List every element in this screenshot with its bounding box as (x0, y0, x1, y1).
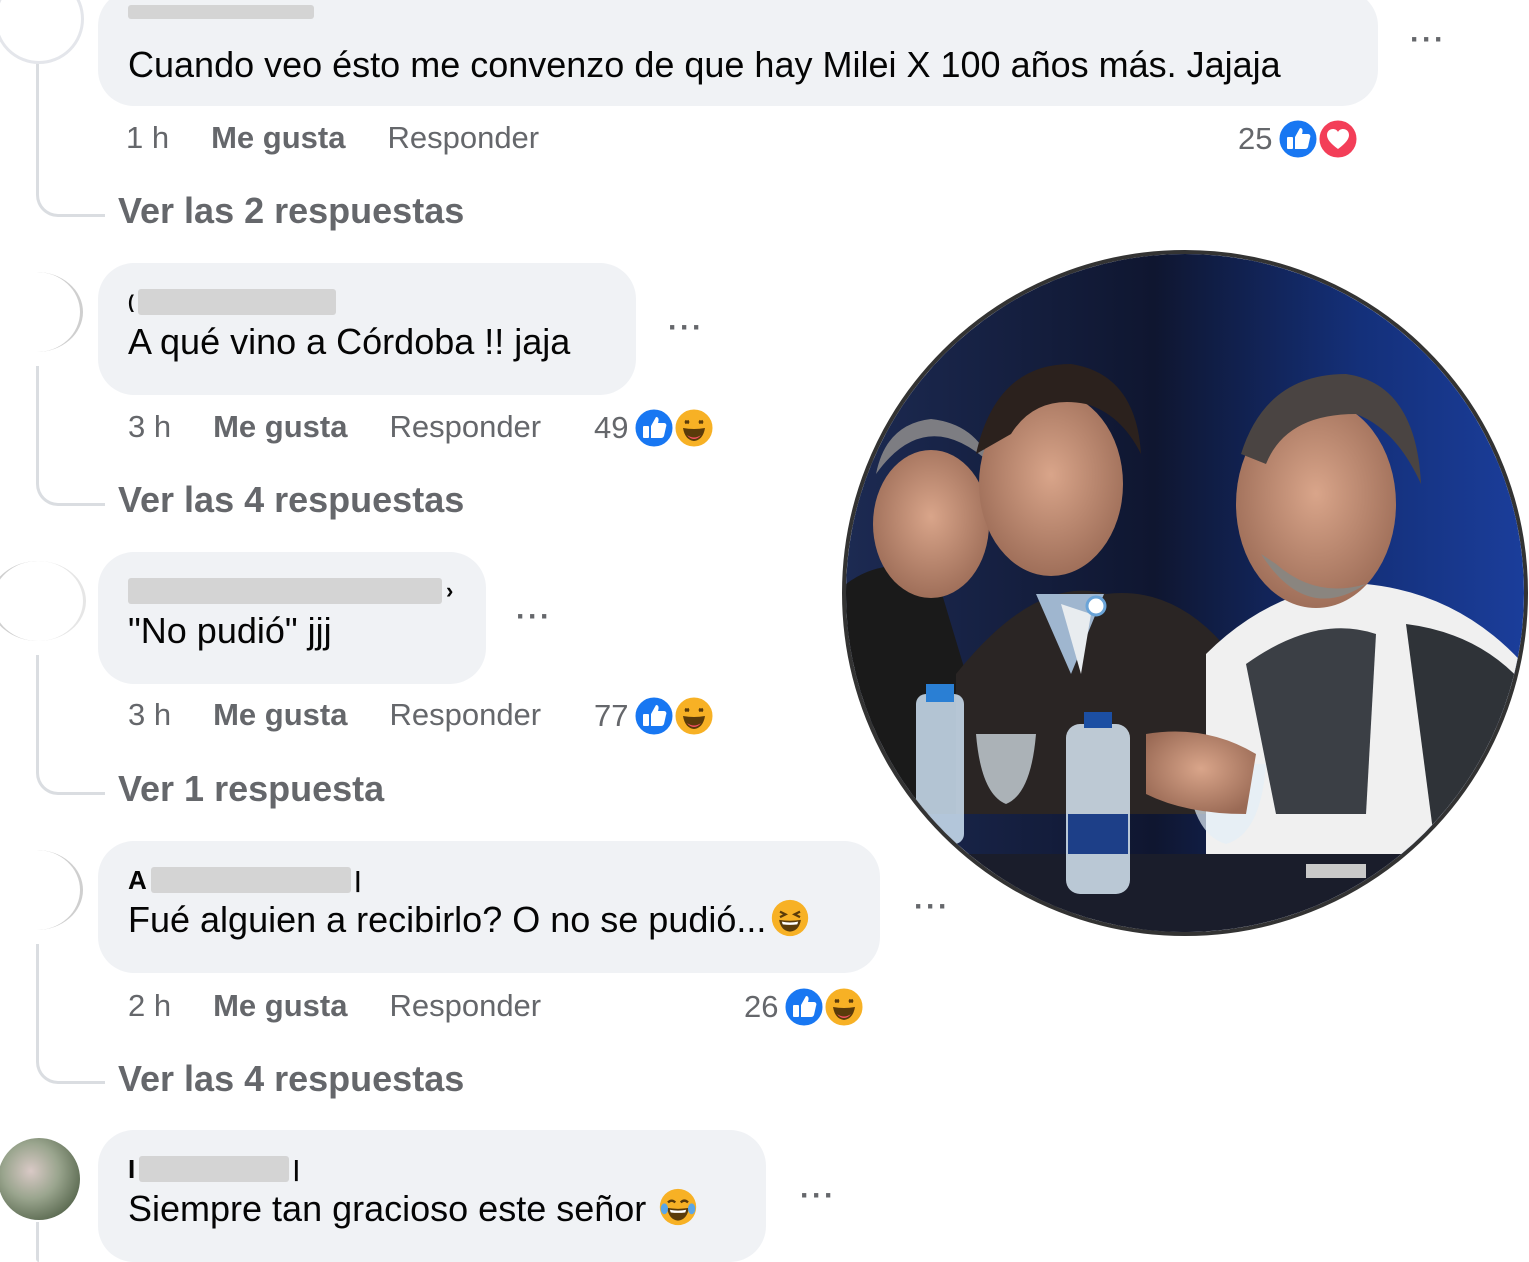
love-icon (1316, 117, 1360, 161)
reply-thread-connector (36, 366, 105, 506)
comment-time[interactable]: 3 h (128, 409, 171, 445)
reaction-count: 26 (744, 989, 779, 1024)
reaction-summary[interactable]: 26 (744, 985, 866, 1029)
comment-actions: 3 h Me gusta Responder (128, 409, 541, 445)
commenter-avatar[interactable] (0, 561, 86, 641)
author-initial: ( (128, 292, 134, 312)
commenter-avatar[interactable] (0, 272, 83, 352)
more-options-icon[interactable]: ··· (800, 1181, 836, 1211)
redacted-name (150, 867, 351, 893)
reply-button[interactable]: Responder (389, 988, 541, 1024)
comment-text: "No pudió" jjj (128, 610, 332, 651)
like-button[interactable]: Me gusta (211, 120, 345, 156)
haha-icon (822, 985, 866, 1029)
author-tail: › (446, 578, 454, 603)
more-options-icon[interactable]: ··· (668, 313, 704, 343)
reaction-count: 77 (594, 698, 629, 733)
comment-text: Siempre tan gracioso este señor (128, 1188, 647, 1229)
reply-button[interactable]: Responder (387, 120, 539, 156)
reaction-summary[interactable]: 49 (594, 406, 716, 450)
reply-thread-connector (36, 62, 105, 217)
comment-bubble: A | Fué alguien a recibirlo? O no se pud… (98, 841, 880, 973)
redacted-name (128, 578, 442, 604)
author-initial: A (128, 865, 147, 895)
more-options-icon[interactable]: ··· (1410, 25, 1446, 55)
comment-text-row: Siempre tan gracioso este señor (128, 1186, 736, 1232)
redacted-name (138, 289, 336, 315)
like-button[interactable]: Me gusta (213, 988, 347, 1024)
comment-bubble: Cuando veo ésto me convenzo de que hay M… (98, 0, 1378, 106)
reply-thread-connector (36, 655, 105, 795)
view-replies-link[interactable]: Ver las 4 respuestas (118, 479, 464, 521)
comment-text: A qué vino a Córdoba !! jaja (128, 321, 571, 362)
like-button[interactable]: Me gusta (213, 409, 347, 445)
press-conference-photo (846, 254, 1524, 932)
view-replies-link[interactable]: Ver las 4 respuestas (118, 1058, 464, 1100)
redacted-name (139, 1156, 290, 1182)
redacted-name (128, 5, 314, 19)
comment-bubble: ( A qué vino a Córdoba !! jaja (98, 263, 636, 395)
comment-actions: 3 h Me gusta Responder (128, 697, 541, 733)
more-options-icon[interactable]: ··· (914, 892, 950, 922)
author-initial: I (128, 1154, 136, 1184)
like-icon (632, 406, 676, 450)
comment-bubble: I | Siempre tan gracioso este señor (98, 1130, 766, 1262)
comment-time[interactable]: 3 h (128, 697, 171, 733)
reply-button[interactable]: Responder (389, 697, 541, 733)
haha-icon (672, 694, 716, 738)
comment-text-row: Fué alguien a recibirlo? O no se pudió..… (128, 897, 850, 943)
commenter-avatar[interactable] (0, 850, 83, 930)
tears-of-joy-emoji (660, 1188, 697, 1226)
comment-text: Fué alguien a recibirlo? O no se pudió..… (128, 899, 767, 940)
reaction-summary[interactable]: 25 (1238, 117, 1360, 161)
comment-author[interactable]: › (128, 578, 456, 604)
comment-actions: 2 h Me gusta Responder (128, 988, 541, 1024)
view-replies-link[interactable]: Ver las 2 respuestas (118, 190, 464, 232)
comment-author[interactable] (128, 4, 1348, 20)
commenter-avatar[interactable] (0, 1138, 80, 1220)
news-photo (842, 250, 1528, 936)
comment-time[interactable]: 1 h (126, 120, 169, 156)
comment-text: Cuando veo ésto me convenzo de que hay M… (128, 44, 1281, 85)
comment-bubble: › "No pudió" jjj (98, 552, 486, 684)
reaction-count: 25 (1238, 121, 1273, 156)
comment-author[interactable]: A | (128, 865, 850, 895)
reply-button[interactable]: Responder (389, 409, 541, 445)
like-icon (632, 694, 676, 738)
reply-thread-connector (36, 944, 105, 1084)
haha-icon (672, 406, 716, 450)
more-options-icon[interactable]: ··· (516, 602, 552, 632)
like-icon (1276, 117, 1320, 161)
comment-time[interactable]: 2 h (128, 988, 171, 1024)
comment-author[interactable]: ( (128, 289, 606, 315)
commenter-avatar[interactable] (0, 0, 84, 64)
author-tail: | (354, 867, 361, 892)
like-button[interactable]: Me gusta (213, 697, 347, 733)
comment-actions: 1 h Me gusta Responder (126, 120, 539, 156)
reaction-count: 49 (594, 410, 629, 445)
comment-author[interactable]: I | (128, 1154, 736, 1184)
view-replies-link[interactable]: Ver 1 respuesta (118, 768, 384, 810)
laughing-emoji (772, 899, 809, 937)
like-icon (782, 985, 826, 1029)
author-tail: | (293, 1156, 300, 1181)
reply-thread-connector (36, 1222, 39, 1262)
reaction-summary[interactable]: 77 (594, 694, 716, 738)
